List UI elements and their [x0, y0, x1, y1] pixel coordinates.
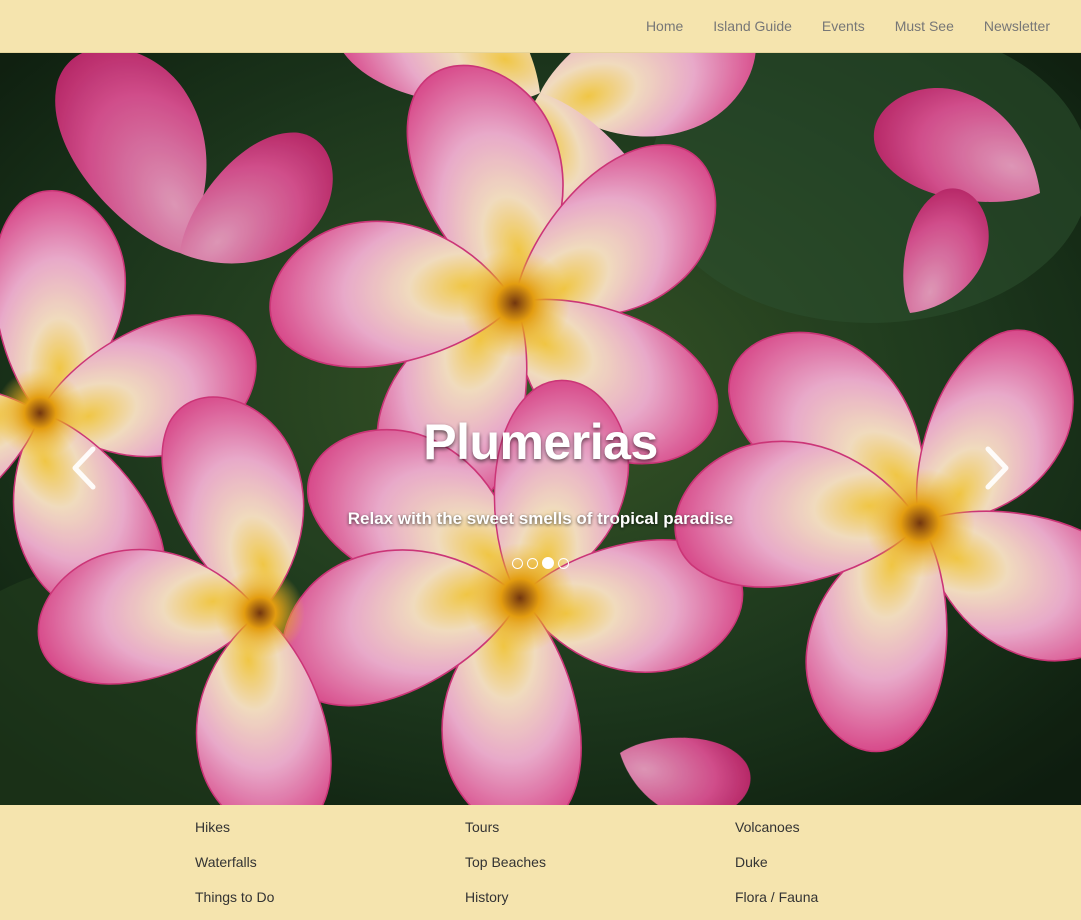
top-navbar: Home Island Guide Events Must See Newsle… — [0, 0, 1081, 53]
footer-column: Tours Top Beaches History — [465, 805, 725, 910]
nav-home[interactable]: Home — [631, 0, 698, 52]
footer-link-waterfalls[interactable]: Waterfalls — [195, 840, 455, 875]
footer-link-volcanoes[interactable]: Volcanoes — [735, 805, 995, 840]
slide-title: Plumerias — [423, 414, 658, 470]
footer-link-things-to-do[interactable]: Things to Do — [195, 875, 455, 910]
nav-must-see[interactable]: Must See — [880, 0, 969, 52]
carousel-indicator[interactable] — [512, 557, 523, 569]
carousel-indicator[interactable] — [542, 557, 554, 569]
footer-column: Volcanoes Duke Flora / Fauna — [735, 805, 995, 910]
hero-carousel: Plumerias Relax with the sweet smells of… — [0, 53, 1081, 805]
footer-link-hikes[interactable]: Hikes — [195, 805, 455, 840]
slide-subtitle: Relax with the sweet smells of tropical … — [347, 509, 734, 528]
footer-link-tours[interactable]: Tours — [465, 805, 725, 840]
nav-links: Home Island Guide Events Must See Newsle… — [631, 0, 1065, 52]
nav-island-guide[interactable]: Island Guide — [698, 0, 807, 52]
footer-links: Hikes Waterfalls Things to Do Tours Top … — [0, 805, 1081, 920]
carousel-indicator[interactable] — [527, 557, 538, 569]
footer-link-duke[interactable]: Duke — [735, 840, 995, 875]
nav-newsletter[interactable]: Newsletter — [969, 0, 1065, 52]
footer-column: Hikes Waterfalls Things to Do — [195, 805, 455, 910]
footer-link-flora-fauna[interactable]: Flora / Fauna — [735, 875, 995, 910]
carousel-indicators — [0, 557, 1081, 569]
carousel-indicator[interactable] — [558, 557, 569, 569]
footer-link-top-beaches[interactable]: Top Beaches — [465, 840, 725, 875]
footer-link-history[interactable]: History — [465, 875, 725, 910]
nav-events[interactable]: Events — [807, 0, 880, 52]
